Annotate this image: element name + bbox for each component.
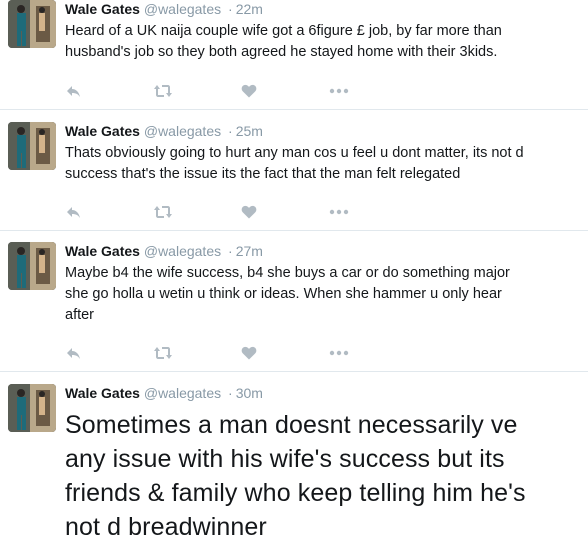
- separator: ·: [228, 123, 233, 139]
- avatar[interactable]: [8, 122, 56, 170]
- reply-button[interactable]: [65, 81, 153, 101]
- more-icon: [329, 350, 349, 356]
- retweet-icon: [154, 347, 172, 359]
- heart-icon: [241, 346, 257, 360]
- avatar-image: [8, 242, 56, 290]
- user-handle[interactable]: @walegates: [144, 243, 221, 259]
- user-handle[interactable]: @walegates: [144, 123, 221, 139]
- heart-icon: [241, 84, 257, 98]
- display-name[interactable]: Wale Gates: [65, 1, 140, 17]
- like-button[interactable]: [241, 81, 329, 101]
- retweet-icon: [154, 85, 172, 97]
- avatar[interactable]: [8, 242, 56, 290]
- timestamp[interactable]: 25m: [236, 123, 263, 139]
- like-button[interactable]: [241, 202, 329, 222]
- timestamp[interactable]: 22m: [236, 1, 263, 17]
- more-icon: [329, 88, 349, 94]
- tweet-text: Maybe b4 the wife success, b4 she buys a…: [65, 265, 510, 323]
- tweet-header: Wale Gates @walegates · 30m: [65, 384, 580, 402]
- tweet[interactable]: Wale Gates @walegates · 27m Maybe b4 the …: [0, 231, 588, 372]
- tweet[interactable]: Wale Gates @walegates · 30m Sometimes a m…: [0, 372, 588, 541]
- reply-button[interactable]: [65, 343, 153, 363]
- timestamp[interactable]: 27m: [236, 243, 263, 259]
- reply-button[interactable]: [65, 202, 153, 222]
- timestamp[interactable]: 30m: [236, 385, 263, 401]
- display-name[interactable]: Wale Gates: [65, 385, 140, 401]
- display-name[interactable]: Wale Gates: [65, 243, 140, 259]
- tweet-actions: [65, 81, 417, 101]
- tweet-header: Wale Gates @walegates · 27m: [65, 242, 580, 260]
- like-button[interactable]: [241, 343, 329, 363]
- more-icon: [329, 209, 349, 215]
- avatar-image: [8, 0, 56, 48]
- tweet-text: Thats obviously going to hurt any man co…: [65, 145, 524, 182]
- avatar[interactable]: [8, 0, 56, 48]
- separator: ·: [228, 243, 233, 259]
- retweet-icon: [154, 206, 172, 218]
- more-button[interactable]: [329, 81, 417, 101]
- avatar[interactable]: [8, 384, 56, 432]
- tweet-header: Wale Gates @walegates · 25m: [65, 122, 580, 140]
- retweet-button[interactable]: [153, 343, 241, 363]
- user-handle[interactable]: @walegates: [144, 385, 221, 401]
- retweet-button[interactable]: [153, 81, 241, 101]
- display-name[interactable]: Wale Gates: [65, 123, 140, 139]
- tweet-feed: Wale Gates @walegates · 22m Heard of a UK…: [0, 0, 588, 541]
- more-button[interactable]: [329, 343, 417, 363]
- tweet-header: Wale Gates @walegates · 22m: [65, 0, 580, 18]
- reply-icon: [67, 348, 80, 359]
- separator: ·: [228, 385, 233, 401]
- heart-icon: [241, 205, 257, 219]
- avatar-image: [8, 384, 56, 432]
- reply-icon: [67, 86, 80, 97]
- tweet-text: Sometimes a man doesnt necessarily ve an…: [65, 411, 526, 541]
- separator: ·: [228, 1, 233, 17]
- avatar-image: [8, 122, 56, 170]
- more-button[interactable]: [329, 202, 417, 222]
- tweet-actions: [65, 202, 417, 222]
- user-handle[interactable]: @walegates: [144, 1, 221, 17]
- tweet-actions: [65, 343, 417, 363]
- retweet-button[interactable]: [153, 202, 241, 222]
- tweet[interactable]: Wale Gates @walegates · 25m Thats obvious…: [0, 110, 588, 231]
- reply-icon: [67, 207, 80, 218]
- tweet-text: Heard of a UK naija couple wife got a 6f…: [65, 23, 502, 60]
- tweet[interactable]: Wale Gates @walegates · 22m Heard of a UK…: [0, 0, 588, 110]
